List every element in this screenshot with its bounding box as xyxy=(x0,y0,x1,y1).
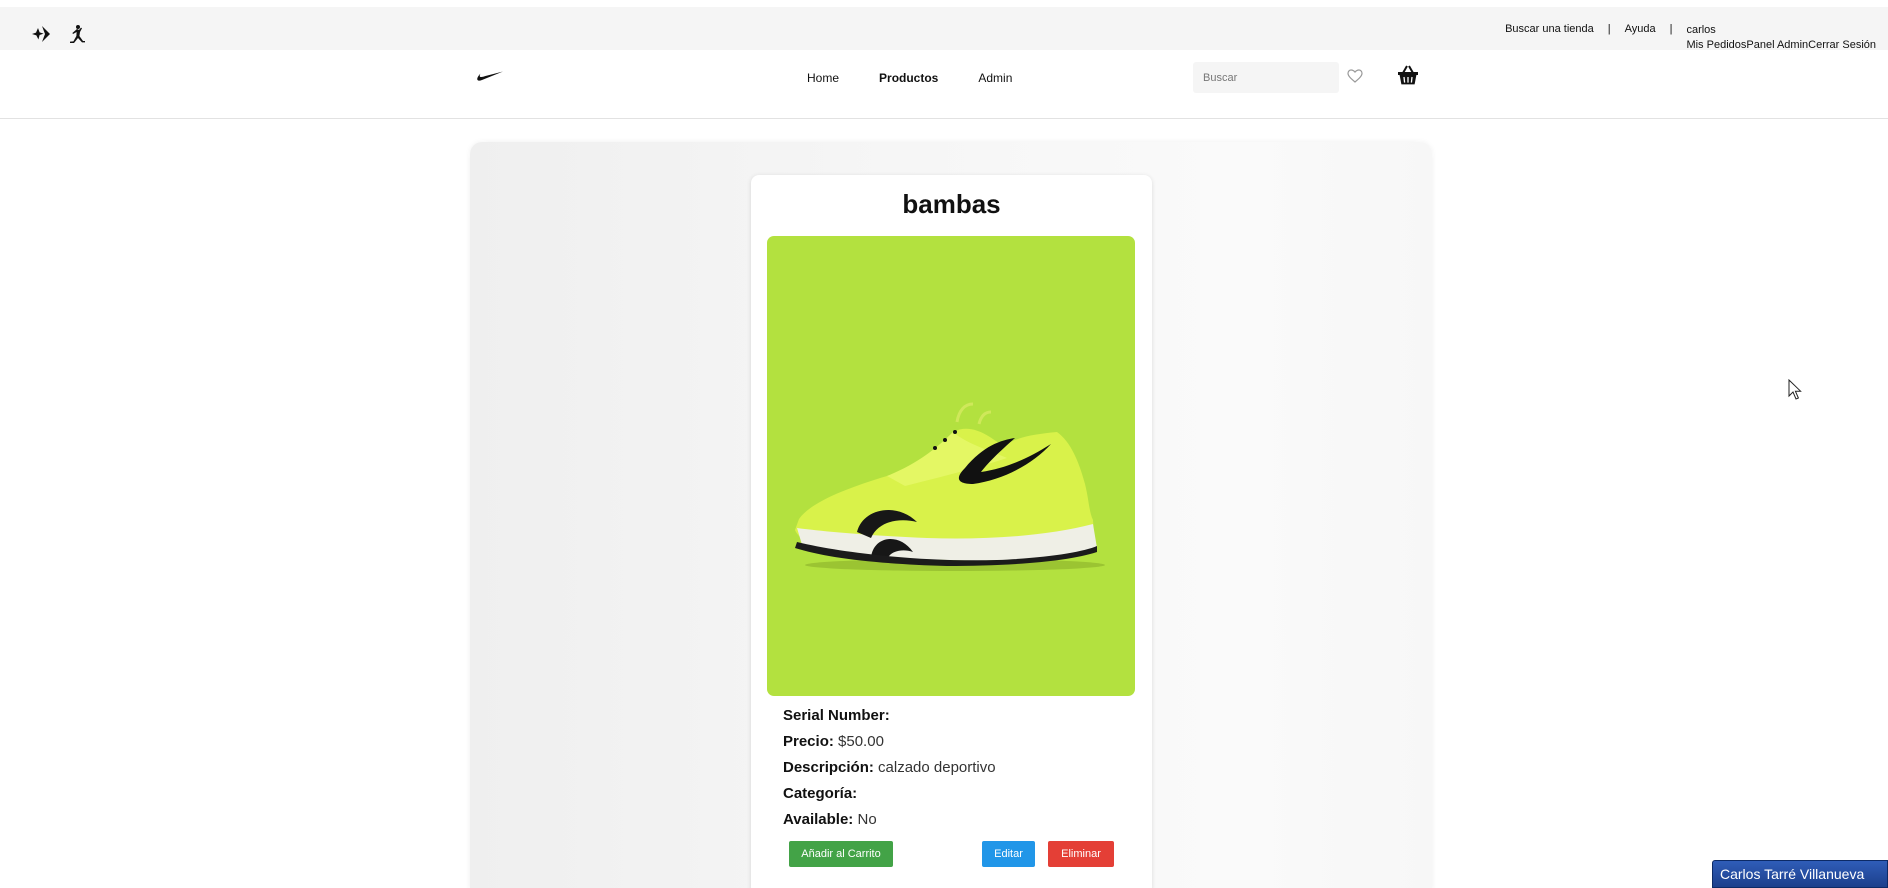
add-to-cart-button[interactable]: Añadir al Carrito xyxy=(789,841,893,867)
available-row: Available: No xyxy=(783,807,996,833)
nike-logo-icon[interactable] xyxy=(476,70,504,84)
price-value: $50.00 xyxy=(838,733,884,750)
serial-row: Serial Number: xyxy=(783,703,996,729)
product-title: bambas xyxy=(902,189,1001,219)
product-details: Serial Number: Precio: $50.00 Descripció… xyxy=(783,703,996,833)
category-row: Categoría: xyxy=(783,781,996,807)
available-value: No xyxy=(857,811,877,828)
available-label: Available: xyxy=(783,811,854,828)
brand-icons xyxy=(30,24,88,46)
nav-links: Home Productos Admin xyxy=(807,71,1052,85)
edit-button[interactable]: Editar xyxy=(982,841,1035,867)
user-menu: carlos Mis Pedidos Panel Admin Cerrar Se… xyxy=(1686,23,1876,53)
sneaker-image xyxy=(795,402,1105,571)
mouse-cursor-icon xyxy=(1788,379,1802,400)
converse-icon[interactable] xyxy=(30,24,54,44)
category-label: Categoría: xyxy=(783,785,858,802)
separator: | xyxy=(1607,23,1611,35)
description-value: calzado deportivo xyxy=(878,759,996,776)
nav-home[interactable]: Home xyxy=(807,71,839,85)
product-card: bambas Serial Number: Precio: $50.00 Des… xyxy=(751,175,1152,888)
price-label: Precio: xyxy=(783,733,834,750)
find-store-link[interactable]: Buscar una tienda xyxy=(1505,23,1594,35)
separator: | xyxy=(1669,23,1673,35)
nav-productos[interactable]: Productos xyxy=(879,71,938,85)
price-row: Precio: $50.00 xyxy=(783,729,996,755)
help-link[interactable]: Ayuda xyxy=(1625,23,1656,35)
search-input[interactable] xyxy=(1193,62,1339,93)
shopping-basket-icon[interactable] xyxy=(1397,64,1419,86)
description-row: Descripción: calzado deportivo xyxy=(783,755,996,781)
nav-admin[interactable]: Admin xyxy=(978,71,1012,85)
user-badge: Carlos Tarré Villanueva xyxy=(1712,860,1888,888)
utility-links: Buscar una tienda | Ayuda | carlos Mis P… xyxy=(1505,23,1876,53)
description-label: Descripción: xyxy=(783,759,874,776)
main-navbar: Home Productos Admin xyxy=(0,50,1888,119)
heart-icon[interactable] xyxy=(1347,69,1363,83)
serial-label: Serial Number: xyxy=(783,707,890,724)
jordan-icon[interactable] xyxy=(66,24,88,46)
delete-button[interactable]: Eliminar xyxy=(1048,841,1114,867)
username: carlos xyxy=(1686,24,1716,36)
product-image xyxy=(767,236,1135,696)
utility-bar: Buscar una tienda | Ayuda | carlos Mis P… xyxy=(0,7,1888,53)
